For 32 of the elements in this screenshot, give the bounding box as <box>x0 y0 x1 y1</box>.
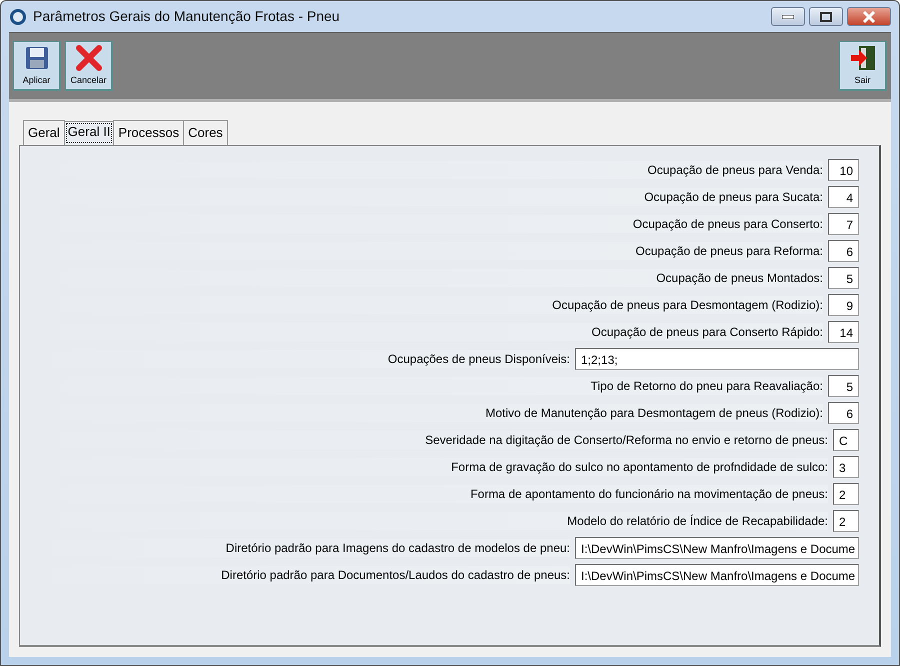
exit-door-icon <box>848 44 876 72</box>
input-field[interactable]: 2 <box>833 510 859 532</box>
cross-icon <box>74 44 102 72</box>
minimize-button[interactable] <box>771 7 805 26</box>
input-field[interactable]: 4 <box>828 186 859 208</box>
input-field[interactable]: 5 <box>828 375 859 397</box>
close-icon <box>862 10 876 22</box>
toolbar-button[interactable]: Sair <box>839 41 887 91</box>
tab[interactable]: Cores <box>183 120 228 144</box>
close-button[interactable] <box>847 7 891 26</box>
input-field[interactable]: 9 <box>828 294 859 316</box>
maximize-icon <box>820 12 832 22</box>
input-field[interactable]: 5 <box>828 267 859 289</box>
input-field[interactable]: 10 <box>828 159 859 181</box>
input-field[interactable]: 6 <box>828 240 859 262</box>
window-title: Parâmetros Gerais do Manutenção Frotas - Pneu <box>33 7 340 26</box>
input-field[interactable]: 1;2;13; <box>575 348 859 370</box>
input-field[interactable]: 6 <box>828 402 859 424</box>
maximize-button[interactable] <box>809 7 843 26</box>
input-field[interactable]: I:\DevWin\PimsCS\New Manfro\Imagens e Docume <box>575 564 859 586</box>
input-field[interactable]: C <box>833 429 859 451</box>
input-field[interactable]: 14 <box>828 321 859 343</box>
minimize-icon <box>782 14 794 18</box>
tab[interactable]: Geral <box>23 120 65 144</box>
input-field[interactable]: I:\DevWin\PimsCS\New Manfro\Imagens e Docume <box>575 537 859 559</box>
tab[interactable]: Geral II <box>64 121 114 144</box>
app-icon <box>9 8 27 26</box>
input-field[interactable]: 3 <box>833 456 859 478</box>
toolbar-button[interactable]: Aplicar <box>13 41 61 91</box>
input-field[interactable]: 2 <box>833 483 859 505</box>
toolbar-button[interactable]: Cancelar <box>65 41 113 91</box>
input-field[interactable]: 7 <box>828 213 859 235</box>
